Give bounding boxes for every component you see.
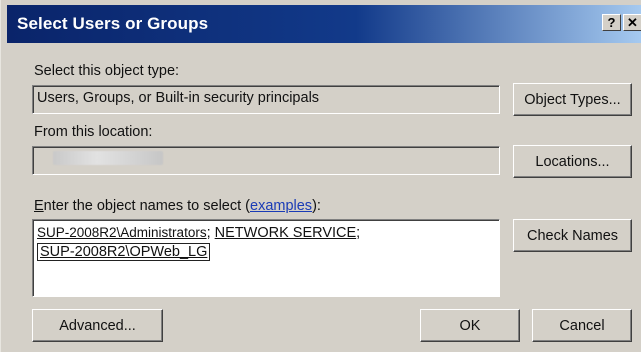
location-label: From this location:	[34, 124, 153, 140]
location-field	[32, 146, 500, 175]
object-names-label-accel: E	[34, 198, 44, 214]
close-button[interactable]: ✕	[623, 14, 641, 31]
dialog-title: Select Users or Groups	[17, 14, 209, 33]
close-icon: ✕	[627, 15, 638, 30]
object-name-separator: ;	[206, 225, 215, 241]
object-names-label-text: nter the object names to select (	[43, 198, 250, 214]
object-name-token[interactable]: NETWORK SERVICE	[215, 225, 357, 241]
locations-button-label: Locations...	[535, 153, 610, 170]
object-names-label-end: ):	[312, 198, 321, 214]
check-names-button[interactable]: Check Names	[513, 219, 632, 252]
object-types-button[interactable]: Object Types...	[513, 83, 632, 116]
object-name-separator: ;	[356, 225, 361, 241]
help-button[interactable]: ?	[602, 14, 621, 31]
title-bar[interactable]: Select Users or Groups ? ✕	[7, 5, 641, 43]
object-names-label: Enter the object names to select (exampl…	[34, 198, 321, 214]
check-names-button-label: Check Names	[526, 227, 619, 244]
examples-link[interactable]: examples	[250, 198, 312, 214]
cancel-button[interactable]: Cancel	[532, 309, 632, 342]
object-name-token[interactable]: SUP-2008R2\Administrators	[37, 225, 207, 240]
ok-button-label: OK	[459, 317, 481, 334]
object-type-value: Users, Groups, or Built-in security prin…	[37, 90, 320, 106]
object-name-token[interactable]: SUP-2008R2\OPWeb_LG	[37, 243, 211, 261]
object-names-input[interactable]: SUP-2008R2\Administrators; NETWORK SERVI…	[32, 219, 500, 297]
object-type-field: Users, Groups, or Built-in security prin…	[32, 85, 500, 114]
select-users-dialog: Select Users or Groups ? ✕ Select this o…	[0, 0, 641, 352]
ok-button[interactable]: OK	[420, 309, 520, 342]
locations-button[interactable]: Locations...	[513, 145, 632, 178]
advanced-button[interactable]: Advanced...	[32, 309, 163, 342]
cancel-button-label: Cancel	[559, 317, 605, 334]
redacted-location	[53, 151, 163, 165]
object-type-label: Select this object type:	[34, 63, 180, 79]
advanced-button-label: Advanced...	[59, 317, 136, 334]
object-types-button-label: Object Types...	[524, 91, 621, 108]
